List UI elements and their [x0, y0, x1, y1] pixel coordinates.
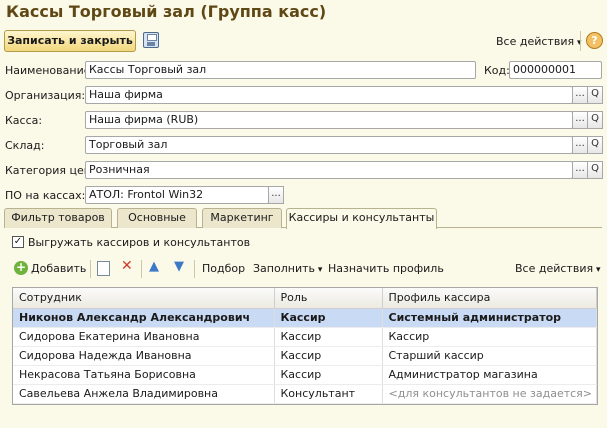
all-actions-menu[interactable]: Все действия: [496, 35, 581, 48]
code-field[interactable]: 000000001: [509, 61, 602, 79]
employee-cell: Никонов Александр Александрович: [13, 308, 275, 328]
selection-button[interactable]: Подбор: [202, 262, 245, 275]
price-category-search-icon[interactable]: Q: [587, 161, 603, 179]
tab-main[interactable]: Основные: [117, 208, 197, 228]
toolbar-divider: [90, 260, 91, 278]
tab-product-filter[interactable]: Фильтр товаров: [4, 208, 112, 228]
column-cashier-profile[interactable]: Профиль кассира: [382, 288, 597, 309]
move-down-icon[interactable]: ▼: [174, 259, 184, 274]
export-cashiers-checkbox[interactable]: ✓: [12, 236, 24, 248]
table-row[interactable]: Никонов Александр Александрович Кассир С…: [13, 308, 597, 328]
code-label: Код:: [484, 64, 510, 77]
export-cashiers-label: Выгружать кассиров и консультантов: [28, 236, 251, 249]
table-header: Сотрудник Роль Профиль кассира: [13, 288, 597, 309]
table-all-actions-label: Все действия: [515, 262, 594, 275]
toolbar-divider: [580, 31, 581, 51]
add-button[interactable]: Добавить: [31, 262, 86, 275]
price-category-label: Категория цен:: [5, 164, 95, 177]
role-cell: Кассир: [274, 346, 383, 366]
profile-cell: Администратор магазина: [382, 365, 597, 385]
all-actions-label: Все действия: [496, 35, 575, 48]
delete-icon[interactable]: ✕: [121, 258, 133, 274]
copy-icon[interactable]: [97, 261, 110, 276]
window-title: Кассы Торговый зал (Группа касс): [6, 2, 327, 21]
name-label: Наименование:: [5, 64, 95, 77]
role-cell: Консультант: [274, 384, 383, 404]
cash-label: Касса:: [5, 114, 43, 127]
add-icon[interactable]: +: [14, 261, 28, 275]
fill-label: Заполнить: [253, 262, 315, 275]
employee-cell: Савельева Анжела Владимировна: [13, 384, 275, 404]
warehouse-search-icon[interactable]: Q: [587, 136, 603, 154]
table-all-actions-menu[interactable]: Все действия: [515, 262, 600, 275]
profile-cell: Кассир: [382, 327, 597, 347]
cash-search-icon[interactable]: Q: [587, 111, 603, 129]
help-icon[interactable]: ?: [586, 32, 603, 49]
employee-cell: Некрасова Татьяна Борисовна: [13, 365, 275, 385]
po-field[interactable]: АТОЛ: Frontol Win32: [85, 186, 269, 204]
employee-cell: Сидорова Екатерина Ивановна: [13, 327, 275, 347]
po-label: ПО на кассах:: [5, 189, 86, 202]
tab-marketing[interactable]: Маркетинг: [202, 208, 282, 228]
profile-cell: Системный администратор: [382, 308, 597, 328]
cash-choose-button[interactable]: ...: [572, 111, 588, 129]
organization-choose-button[interactable]: ...: [572, 86, 588, 104]
name-field[interactable]: Кассы Торговый зал: [85, 61, 476, 79]
employee-cell: Сидорова Надежда Ивановна: [13, 346, 275, 366]
toolbar-divider: [194, 260, 195, 278]
warehouse-choose-button[interactable]: ...: [572, 136, 588, 154]
toolbar-divider: [141, 260, 142, 278]
price-category-field[interactable]: Розничная: [85, 161, 573, 179]
fill-menu[interactable]: Заполнить: [253, 262, 322, 275]
role-cell: Кассир: [274, 308, 383, 328]
table-row[interactable]: Сидорова Надежда Ивановна Кассир Старший…: [13, 346, 597, 366]
table-row[interactable]: Савельева Анжела Владимировна Консультан…: [13, 384, 597, 404]
table-row[interactable]: Сидорова Екатерина Ивановна Кассир Касси…: [13, 327, 597, 347]
move-up-icon[interactable]: ▲: [149, 259, 159, 274]
organization-field[interactable]: Наша фирма: [85, 86, 573, 104]
save-and-close-button[interactable]: Записать и закрыть: [4, 30, 136, 52]
cashiers-table[interactable]: Сотрудник Роль Профиль кассира Никонов А…: [12, 287, 598, 405]
assign-profile-button[interactable]: Назначить профиль: [328, 262, 444, 275]
role-cell: Кассир: [274, 365, 383, 385]
role-cell: Кассир: [274, 327, 383, 347]
profile-cell: <для консультантов не задается>: [382, 384, 597, 404]
organization-label: Организация:: [5, 89, 86, 102]
cash-field[interactable]: Наша фирма (RUB): [85, 111, 573, 129]
save-icon[interactable]: [143, 32, 159, 48]
column-employee[interactable]: Сотрудник: [13, 288, 275, 309]
table-row[interactable]: Некрасова Татьяна Борисовна Кассир Админ…: [13, 365, 597, 385]
po-choose-button[interactable]: ...: [268, 186, 284, 204]
warehouse-field[interactable]: Торговый зал: [85, 136, 573, 154]
price-category-choose-button[interactable]: ...: [572, 161, 588, 179]
profile-cell: Старший кассир: [382, 346, 597, 366]
warehouse-label: Склад:: [5, 139, 45, 152]
tab-cashiers-consultants[interactable]: Кассиры и консультанты: [286, 208, 437, 229]
column-role[interactable]: Роль: [274, 288, 383, 309]
organization-search-icon[interactable]: Q: [587, 86, 603, 104]
